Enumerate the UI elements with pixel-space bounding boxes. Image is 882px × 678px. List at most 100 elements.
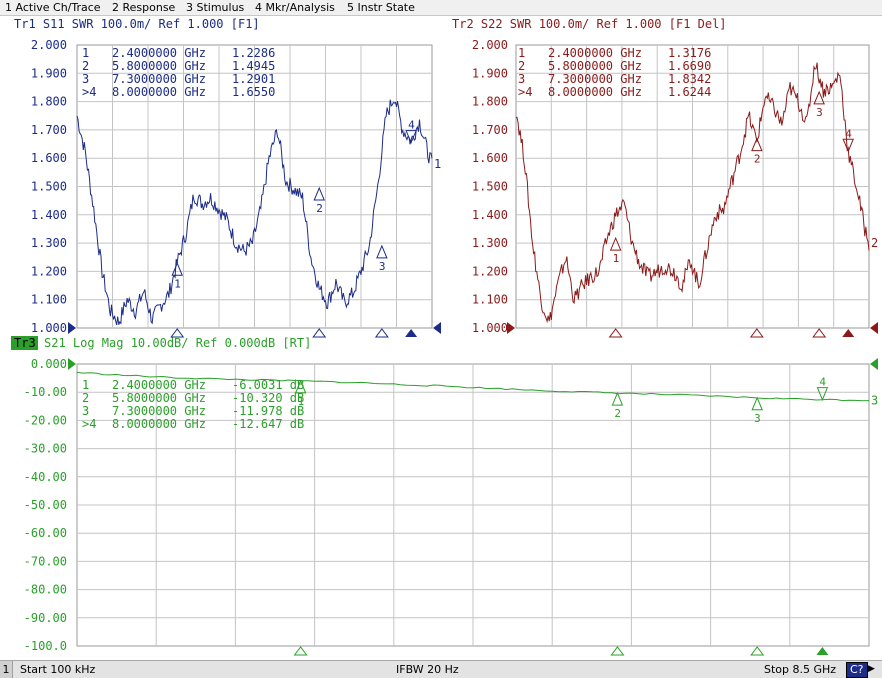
menu-stimulus[interactable]: 3 Stimulus (186, 0, 244, 15)
status-bar: 1 Start 100 kHz IFBW 20 Hz Stop 8.5 GHz … (0, 660, 882, 678)
marker-2-trace-label: 2 (316, 202, 323, 215)
marker-1-frequency[interactable]: 2.4000000 GHz (548, 46, 642, 60)
trace-3-header[interactable]: S21 Log Mag 10.00dB/ Ref 0.000dB [RT] (44, 336, 311, 350)
y-tick-label: 1.900 (472, 66, 508, 80)
trace-2-header[interactable]: Tr2 S22 SWR 100.0m/ Ref 1.000 [F1 Del] (452, 17, 727, 31)
marker-3-id[interactable]: 3 (518, 72, 525, 86)
y-tick-label: -100.0 (24, 639, 67, 653)
marker-3-frequency[interactable]: 7.3000000 GHz (112, 404, 206, 418)
marker-2-trace-label: 2 (754, 153, 761, 166)
y-tick-label: -30.00 (24, 442, 67, 456)
marker-1-value[interactable]: 1.3176 (668, 46, 711, 60)
marker-4-value[interactable]: 1.6550 (232, 85, 275, 99)
marker-2-axis-icon[interactable] (749, 328, 764, 338)
marker-3-id[interactable]: 3 (82, 72, 89, 86)
marker-3-value[interactable]: -11.978 dB (232, 404, 304, 418)
marker-2-trace-icon[interactable] (611, 391, 624, 406)
marker-3-trace-label: 3 (379, 260, 386, 273)
marker-3-axis-icon[interactable] (750, 646, 765, 656)
scroll-right-icon[interactable]: ▶ (868, 661, 875, 678)
marker-2-frequency[interactable]: 5.8000000 GHz (112, 59, 206, 73)
channel-indicator[interactable]: 1 (0, 661, 13, 678)
calibration-status-badge[interactable]: C? (846, 662, 868, 678)
trace-end-label: 2 (871, 236, 878, 250)
marker-2-id[interactable]: 2 (518, 59, 525, 73)
trace-1-header[interactable]: Tr1 S11 SWR 100.0m/ Ref 1.000 [F1] (14, 17, 260, 31)
marker-3-value[interactable]: 1.2901 (232, 72, 275, 86)
marker-1-id[interactable]: 1 (82, 46, 89, 60)
marker-4-frequency[interactable]: 8.0000000 GHz (112, 417, 206, 431)
y-tick-label: 2.000 (472, 38, 508, 52)
ifbw-value[interactable]: IFBW 20 Hz (396, 661, 459, 678)
marker-1-id[interactable]: 1 (82, 378, 89, 392)
marker-4-trace-icon[interactable] (816, 387, 829, 401)
marker-2-frequency[interactable]: 5.8000000 GHz (548, 59, 642, 73)
reference-level-right-icon[interactable] (870, 358, 878, 370)
y-tick-label: 1.400 (472, 208, 508, 222)
y-tick-label: 2.000 (31, 38, 67, 52)
y-tick-label: 1.400 (31, 208, 67, 222)
marker-4-id[interactable]: >4 (518, 85, 532, 99)
marker-4-value[interactable]: 1.6244 (668, 85, 711, 99)
reference-level-left-icon[interactable] (507, 322, 515, 334)
menu-response[interactable]: 2 Response (112, 0, 175, 15)
marker-3-id[interactable]: 3 (82, 404, 89, 418)
marker-2-value[interactable]: -10.320 dB (232, 391, 304, 405)
y-tick-label: -60.00 (24, 526, 67, 540)
marker-2-id[interactable]: 2 (82, 59, 89, 73)
y-tick-label: -70.00 (24, 554, 67, 568)
marker-3-frequency[interactable]: 7.3000000 GHz (112, 72, 206, 86)
y-tick-label: 1.300 (31, 236, 67, 250)
measurement-display[interactable]: Tr1 S11 SWR 100.0m/ Ref 1.000 [F1] 2.000 1… (0, 16, 882, 660)
marker-1-axis-icon[interactable] (293, 646, 308, 656)
marker-1-trace-icon[interactable] (171, 262, 183, 276)
marker-1-value[interactable]: 1.2286 (232, 46, 275, 60)
trace-3-tr-label[interactable]: Tr3 (14, 336, 36, 350)
marker-2-trace-icon[interactable] (313, 186, 325, 201)
y-tick-label: -10.00 (24, 385, 67, 399)
marker-2-value[interactable]: 1.6690 (668, 59, 711, 73)
start-frequency[interactable]: Start 100 kHz (20, 661, 95, 678)
reference-level-right-icon[interactable] (870, 322, 878, 334)
marker-2-value[interactable]: 1.4945 (232, 59, 275, 73)
menu-active-ch-trace[interactable]: 1 Active Ch/Trace (5, 0, 101, 15)
y-tick-label: 1.900 (31, 66, 67, 80)
marker-1-frequency[interactable]: 2.4000000 GHz (112, 46, 206, 60)
marker-3-trace-icon[interactable] (751, 396, 763, 411)
stop-frequency[interactable]: Stop 8.5 GHz (764, 661, 836, 678)
y-tick-label: 1.700 (472, 123, 508, 137)
marker-3-axis-icon[interactable] (812, 328, 827, 338)
marker-3-value[interactable]: 1.8342 (668, 72, 711, 86)
marker-4-frequency[interactable]: 8.0000000 GHz (112, 85, 206, 99)
reference-level-right-icon[interactable] (433, 322, 441, 334)
marker-2-id[interactable]: 2 (82, 391, 89, 405)
marker-3-trace-label: 3 (754, 412, 761, 425)
marker-2-axis-icon[interactable] (610, 646, 625, 656)
marker-2-axis-icon[interactable] (312, 328, 327, 338)
menu-mkr-analysis[interactable]: 4 Mkr/Analysis (255, 0, 335, 15)
marker-3-trace-icon[interactable] (376, 244, 388, 259)
marker-4-axis-icon[interactable] (816, 647, 829, 655)
y-tick-label: -50.00 (24, 498, 67, 512)
marker-3-axis-icon[interactable] (374, 328, 389, 338)
y-tick-label: 1.800 (472, 95, 508, 109)
marker-4-axis-icon[interactable] (405, 329, 418, 337)
reference-level-left-icon[interactable] (68, 322, 76, 334)
marker-4-frequency[interactable]: 8.0000000 GHz (548, 85, 642, 99)
marker-3-frequency[interactable]: 7.3000000 GHz (548, 72, 642, 86)
marker-1-frequency[interactable]: 2.4000000 GHz (112, 378, 206, 392)
marker-4-id[interactable]: >4 (82, 85, 96, 99)
marker-1-value[interactable]: -6.0031 dB (232, 378, 304, 392)
reference-level-left-icon[interactable] (68, 358, 76, 370)
marker-1-id[interactable]: 1 (518, 46, 525, 60)
marker-3-trace-label: 3 (816, 106, 823, 119)
y-tick-label: 1.500 (31, 180, 67, 194)
marker-1-trace-icon[interactable] (609, 236, 622, 251)
menu-instr-state[interactable]: 5 Instr State (347, 0, 415, 15)
marker-1-axis-icon[interactable] (608, 328, 623, 338)
marker-2-frequency[interactable]: 5.8000000 GHz (112, 391, 206, 405)
marker-4-value[interactable]: -12.647 dB (232, 417, 304, 431)
y-tick-label: 0.000 (31, 357, 67, 371)
marker-4-id[interactable]: >4 (82, 417, 96, 431)
marker-4-axis-icon[interactable] (842, 329, 855, 337)
